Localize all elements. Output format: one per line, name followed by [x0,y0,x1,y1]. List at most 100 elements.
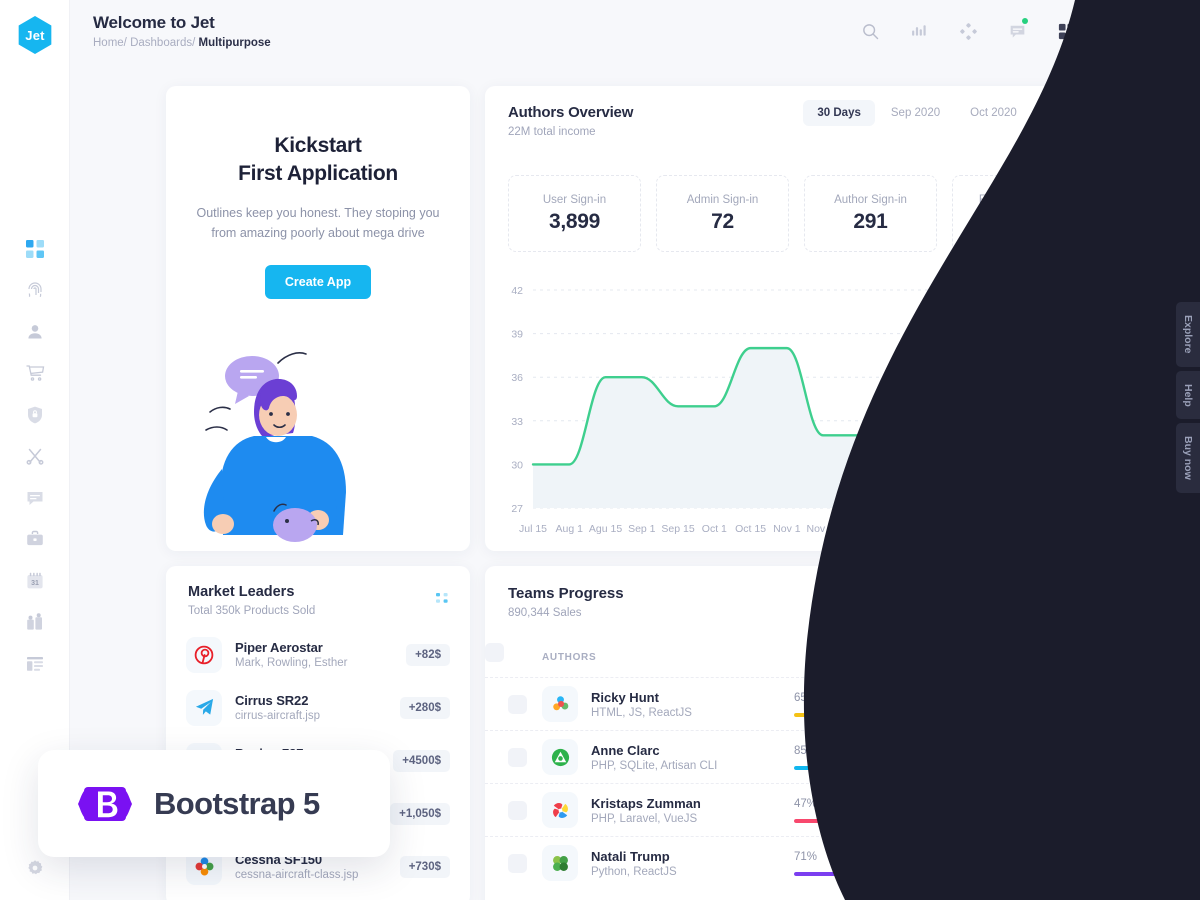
search-icon [862,23,878,39]
table-row[interactable]: Natali Trump Python, ReactJS 71% View [485,836,1105,889]
authors-subtitle: 22M total income [508,126,596,138]
select-all-checkbox[interactable] [485,643,504,662]
view-button[interactable]: View [1028,797,1082,823]
sidebar-item-chat[interactable] [0,477,70,519]
view-button[interactable]: View [1028,744,1082,770]
messages-icon [1010,25,1024,38]
range-tab-sep-2020[interactable]: Sep 2020 [877,100,954,126]
analytics-button[interactable] [901,13,937,49]
market-leader-name: Piper Aerostar [235,640,323,655]
svg-text:36: 36 [511,372,523,384]
row-checkbox[interactable] [508,800,527,820]
svg-text:Feb 15: Feb 15 [1024,523,1057,535]
view-button[interactable]: View [1028,691,1082,717]
row-checkbox[interactable] [508,694,527,714]
search-button[interactable] [852,13,888,49]
sidebar-item-tools[interactable] [0,436,70,478]
progress-bar-fill [794,818,884,823]
teams-table-header: AUTHORS PROGRESS ACTION [485,643,1105,677]
view-button[interactable]: View [1028,850,1082,876]
breadcrumb-dashboards[interactable]: Dashboards/ [130,37,195,49]
svg-text:Nov 15: Nov 15 [806,523,839,535]
row-checkbox[interactable] [508,853,527,873]
stat-label: Author Sign-in [834,193,907,206]
sidebar-item-calendar[interactable]: 31 [0,560,70,602]
range-tab-more[interactable]: More [1033,100,1087,126]
progress-percent: 71% [794,850,818,863]
stat-card-author-signin: Author Sign-in 291 [804,175,937,252]
create-app-button[interactable]: Create App [264,265,372,300]
nodes-icon [959,22,977,40]
progress-cell: 65% [794,692,984,717]
gear-icon [28,860,43,875]
chart-x-axis-labels: Jul 15 Aug 1 Agu 15 Sep 1 Sep 15 Oct 1 Oct 15 N… [519,523,1091,535]
messages-button[interactable] [999,13,1035,49]
svg-text:Jul 15: Jul 15 [519,523,547,535]
stat-card-admin-signin: Admin Sign-in 72 [656,175,789,252]
teams-table-body: Ricky Hunt HTML, JS, ReactJS 65% View An… [485,677,1105,889]
side-tab-explore[interactable]: Explore [1176,302,1200,367]
svg-text:Sep 15: Sep 15 [661,523,694,535]
dark-mode-toggle[interactable] [1097,13,1133,49]
teams-progress-subtitle: 890,344 Sales [508,607,582,619]
layout-icon [27,656,43,671]
stat-label: Admin Sign-in [686,193,759,206]
market-leader-row[interactable]: Piper Aerostar Mark, Rowling, Esther +82… [166,628,470,681]
side-tab-help[interactable]: Help [1176,370,1200,420]
table-row[interactable]: Ricky Hunt HTML, JS, ReactJS 65% View [485,677,1105,730]
progress-bar-track [794,871,984,876]
market-leader-row[interactable]: Cirrus SR22 cirrus-aircraft.jsp +280$ [166,681,470,734]
avatar[interactable] [1146,14,1180,48]
progress-percent: 65% [794,691,818,704]
side-tab-buy-now[interactable]: Buy now [1176,423,1200,494]
sidebar-item-jobs[interactable] [0,519,70,561]
market-leader-amount: +1,050$ [390,802,450,825]
authors-title: Authors Overview [508,104,634,121]
sidebar-item-fingerprint[interactable] [0,270,70,312]
svg-text:Aug 1: Aug 1 [556,523,584,535]
fingerprint-icon [28,282,42,298]
column-header-action: ACTION [1038,652,1081,663]
range-tab-oct-2020[interactable]: Oct 2020 [956,100,1031,126]
svg-text:Dec 15: Dec 15 [879,523,912,535]
author-languages: HTML, JS, ReactJS [591,706,692,719]
apps-button[interactable] [1048,13,1084,49]
brand-logo[interactable]: Jet [18,16,52,54]
market-leaders-menu-button[interactable] [436,592,450,610]
nodes-button[interactable] [950,13,986,49]
briefcase-icon [27,531,43,546]
sidebar-item-ecommerce[interactable] [0,353,70,395]
range-tab-group: 30 Days Sep 2020 Oct 2020 More [803,100,1087,126]
clover-green-icon [542,845,578,881]
sidebar-item-layouts[interactable] [0,643,70,685]
stat-card-user-signin: User Sign-in 3,899 [508,175,641,252]
teams-search-box[interactable] [987,590,1087,619]
search-input[interactable] [1008,598,1078,611]
table-row[interactable]: Anne Clarc PHP, SQLite, Artisan CLI 85% … [485,730,1105,783]
author-info: Kristaps Zumman PHP, Laravel, VueJS [591,796,791,825]
market-leader-name: Cirrus SR22 [235,693,309,708]
sidebar-item-gifts[interactable] [0,602,70,644]
svg-text:27: 27 [511,503,523,515]
stat-value: 72 [711,209,734,233]
svg-text:30: 30 [511,459,523,471]
range-tab-30-days[interactable]: 30 Days [803,100,875,126]
chart-area-fill [533,348,1077,508]
author-name: Ricky Hunt [591,689,659,705]
svg-text:39: 39 [511,329,523,341]
table-row[interactable]: Kristaps Zumman PHP, Laravel, VueJS 47% … [485,783,1105,836]
user-filter-select[interactable]: All Users [878,590,978,619]
sidebar-item-users[interactable] [0,311,70,353]
sidebar-item-dashboard[interactable] [0,228,70,270]
svg-text:Jan 15: Jan 15 [952,523,984,535]
breadcrumb-home[interactable]: Home/ [93,37,127,49]
kickstart-title-line1: Kickstart [274,134,362,157]
svg-text:Oct 1: Oct 1 [702,523,727,535]
market-leader-amount: +82$ [406,643,450,666]
row-checkbox[interactable] [508,747,527,767]
kickstart-title: Kickstart First Application [166,132,470,187]
progress-bar-fill [794,712,918,717]
sidebar-item-security[interactable] [0,394,70,436]
calendar-31-icon: 31 [27,572,43,589]
author-name: Natali Trump [591,848,670,864]
